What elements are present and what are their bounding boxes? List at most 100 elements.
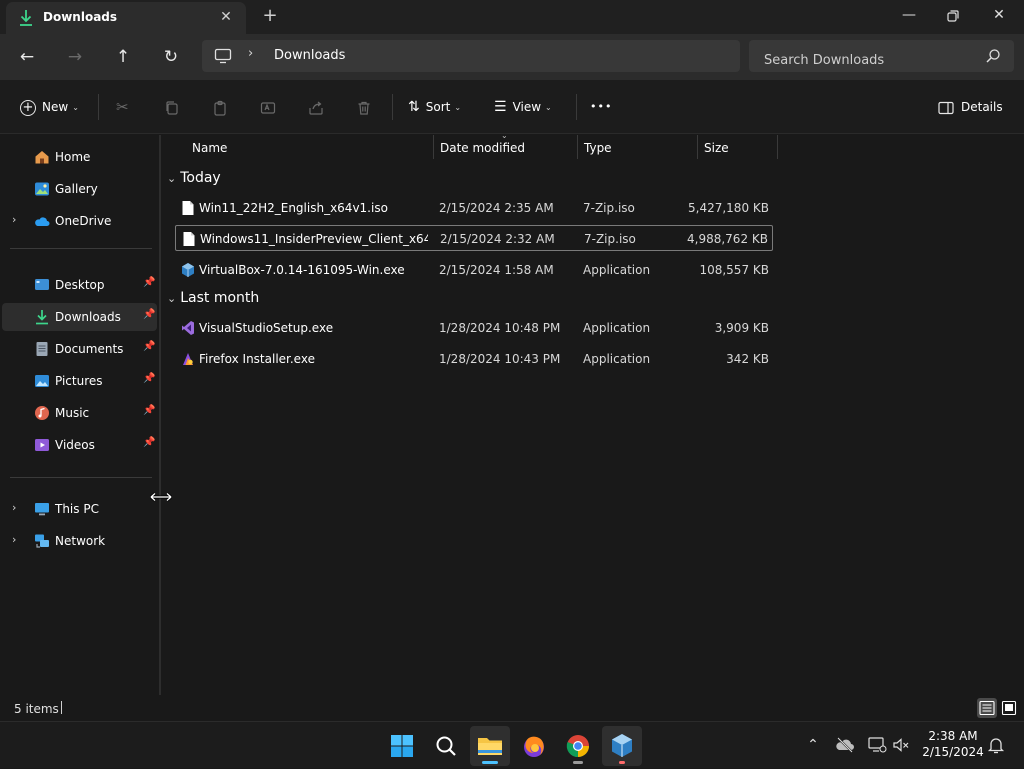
up-icon[interactable]: ↑ (108, 43, 138, 71)
cut-icon[interactable]: ✂ (116, 93, 129, 121)
show-hidden-icons-icon[interactable]: ⌃ (802, 734, 824, 756)
tab-title: Downloads (43, 10, 118, 24)
desktop-icon (35, 279, 49, 290)
start-button[interactable] (382, 726, 422, 766)
table-row[interactable]: Win11_22H2_English_x64v1.iso 2/15/2024 2… (175, 195, 773, 221)
table-row[interactable]: VirtualBox-7.0.14-161095-Win.exe 2/15/20… (175, 257, 773, 283)
table-row[interactable]: Firefox Installer.exe 1/28/2024 10:43 PM… (175, 346, 773, 372)
toolbar-divider (98, 94, 99, 120)
column-divider[interactable] (577, 135, 578, 159)
virtualbox-icon (612, 734, 632, 757)
sidebar-item-network[interactable]: › Network (2, 527, 157, 555)
table-row[interactable]: Windows11_InsiderPreview_Client_x64_e...… (175, 225, 773, 251)
column-header-date-modified[interactable]: Date modified (440, 135, 525, 161)
music-icon (35, 406, 49, 420)
paste-icon[interactable] (212, 93, 228, 121)
navigation-pane: Home Gallery › OneDrive Desktop 📌 Downlo… (0, 135, 160, 695)
group-header-today[interactable]: ⌄ Today (167, 170, 221, 186)
breadcrumb-item-downloads[interactable]: Downloads (274, 48, 345, 63)
tiles-view-button[interactable] (999, 698, 1019, 718)
rename-icon[interactable] (260, 93, 276, 121)
new-tab-icon[interactable]: + (258, 5, 282, 27)
details-view-button[interactable] (977, 698, 997, 718)
taskbar-firefox[interactable] (514, 726, 554, 766)
minimize-icon[interactable]: — (886, 0, 932, 32)
network-status-icon[interactable] (866, 734, 888, 756)
sidebar-divider (10, 248, 152, 249)
taskbar-virtualbox[interactable] (602, 726, 642, 766)
visual-studio-icon (182, 321, 194, 335)
chrome-icon (566, 735, 589, 758)
close-window-icon[interactable]: ✕ (976, 0, 1022, 32)
plus-circle-icon: + (20, 99, 36, 116)
taskbar-clock[interactable]: 2:38 AM 2/15/2024 (918, 728, 988, 760)
pin-icon[interactable]: 📌 (143, 341, 155, 355)
pin-icon[interactable]: 📌 (143, 277, 155, 291)
pin-icon[interactable]: 📌 (143, 437, 155, 451)
table-row[interactable]: VisualStudioSetup.exe 1/28/2024 10:48 PM… (175, 315, 773, 341)
chevron-down-icon: ⌄ (167, 292, 177, 305)
sidebar-item-music[interactable]: Music 📌 (2, 399, 157, 427)
clock-date: 2/15/2024 (922, 745, 984, 759)
search-icon (436, 736, 456, 756)
sort-button[interactable]: ⇅ Sort ⌄ (408, 93, 461, 121)
more-options-icon[interactable]: ••• (590, 93, 612, 121)
title-bar: Downloads ✕ + — ✕ (0, 0, 1024, 34)
documents-icon (36, 342, 48, 356)
view-icon: ☰ (494, 99, 507, 115)
tab-close-icon[interactable]: ✕ (216, 7, 236, 27)
pin-icon[interactable]: 📌 (143, 373, 155, 387)
notification-bell-icon[interactable] (985, 734, 1007, 756)
view-button[interactable]: ☰ View ⌄ (494, 93, 552, 121)
new-button[interactable]: + New ⌄ (20, 93, 79, 121)
chevron-right-icon[interactable]: › (12, 213, 16, 226)
folder-icon (478, 738, 502, 755)
column-divider[interactable] (433, 135, 434, 159)
toolbar-divider (392, 94, 393, 120)
column-header-size[interactable]: Size (704, 135, 729, 161)
group-header-last-month[interactable]: ⌄ Last month (167, 290, 259, 306)
sidebar-item-this-pc[interactable]: › This PC (2, 495, 157, 523)
sidebar-item-onedrive[interactable]: › OneDrive (2, 207, 157, 235)
sidebar-item-pictures[interactable]: Pictures 📌 (2, 367, 157, 395)
sidebar-item-desktop[interactable]: Desktop 📌 (2, 271, 157, 299)
taskbar: ⌃ 2:38 AM 2/15/2024 (0, 721, 1024, 768)
onedrive-offline-icon[interactable] (834, 734, 856, 756)
toolbar-divider (576, 94, 577, 120)
sidebar-item-videos[interactable]: Videos 📌 (2, 431, 157, 459)
address-bar: ← → ↑ ↻ › Downloads (0, 34, 1024, 80)
forward-icon[interactable]: → (60, 43, 90, 71)
restore-icon[interactable] (930, 0, 976, 32)
virtualbox-icon (182, 263, 194, 277)
sidebar-item-gallery[interactable]: Gallery (2, 175, 157, 203)
column-divider[interactable] (697, 135, 698, 159)
sidebar-item-home[interactable]: Home (2, 143, 157, 171)
chevron-right-icon[interactable]: › (12, 533, 16, 546)
volume-muted-icon[interactable] (890, 734, 912, 756)
column-header-name[interactable]: Name (192, 135, 227, 161)
taskbar-chrome[interactable] (558, 726, 598, 766)
share-icon[interactable] (308, 93, 324, 121)
column-divider[interactable] (777, 135, 778, 159)
delete-icon[interactable] (356, 93, 372, 121)
taskbar-file-explorer[interactable] (470, 726, 510, 766)
pin-icon[interactable]: 📌 (143, 309, 155, 323)
refresh-icon[interactable]: ↻ (156, 43, 186, 71)
chevron-right-icon[interactable]: › (248, 46, 253, 61)
pin-icon[interactable]: 📌 (143, 405, 155, 419)
videos-icon (35, 439, 49, 451)
chevron-down-icon: ⌄ (167, 172, 177, 185)
sidebar-item-documents[interactable]: Documents 📌 (2, 335, 157, 363)
breadcrumb[interactable]: › Downloads (202, 40, 740, 72)
tab-downloads[interactable]: Downloads ✕ (6, 2, 246, 34)
chevron-right-icon[interactable]: › (12, 501, 16, 514)
search-icon[interactable] (985, 48, 1001, 64)
back-icon[interactable]: ← (12, 43, 42, 71)
details-button[interactable]: Details (938, 93, 1003, 121)
column-header-type[interactable]: Type (584, 135, 612, 161)
taskbar-search-button[interactable] (426, 726, 466, 766)
search-input[interactable] (749, 40, 1014, 72)
sidebar-item-downloads[interactable]: Downloads 📌 (2, 303, 157, 331)
copy-icon[interactable] (164, 93, 180, 121)
firefox-installer-icon (183, 353, 193, 365)
